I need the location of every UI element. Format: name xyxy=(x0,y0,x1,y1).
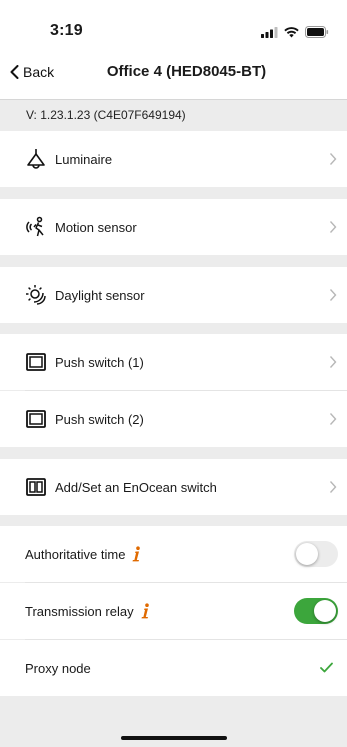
menu-item-daylight-sensor[interactable]: Daylight sensor xyxy=(0,267,347,323)
chevron-right-icon xyxy=(329,413,337,425)
enocean-switch-icon xyxy=(25,476,47,498)
setting-label: Authoritative time xyxy=(25,546,126,562)
menu-item-label: Add/Set an EnOcean switch xyxy=(55,479,217,495)
navigation-bar: Back Office 4 (HED8045-BT) xyxy=(0,47,347,100)
toggle-knob xyxy=(314,600,336,622)
menu-item-push-switch-2[interactable]: Push switch (2) xyxy=(0,391,347,447)
authoritative-time-toggle[interactable] xyxy=(294,541,338,567)
battery-icon xyxy=(305,26,329,38)
wifi-icon xyxy=(284,26,299,37)
chevron-right-icon xyxy=(329,153,337,165)
setting-authoritative-time: Authoritative time xyxy=(0,526,347,582)
bottom-safe-area xyxy=(0,708,347,747)
push-switch-icon xyxy=(25,351,47,373)
toggle-knob xyxy=(296,543,318,565)
chevron-right-icon xyxy=(329,289,337,301)
setting-label: Proxy node xyxy=(25,660,91,676)
menu-item-label: Push switch (2) xyxy=(55,411,144,427)
menu-item-motion-sensor[interactable]: Motion sensor xyxy=(0,199,347,255)
chevron-right-icon xyxy=(329,221,337,233)
menu-item-push-switch-1[interactable]: Push switch (1) xyxy=(0,334,347,390)
status-bar: 3:19 xyxy=(0,0,347,47)
menu-item-label: Push switch (1) xyxy=(55,354,144,370)
page-title: Office 4 (HED8045-BT) xyxy=(106,63,267,80)
status-icons xyxy=(261,26,329,38)
chevron-right-icon xyxy=(329,356,337,368)
motion-sensor-icon xyxy=(25,216,47,238)
menu-item-add-enocean-switch[interactable]: Add/Set an EnOcean switch xyxy=(0,459,347,515)
signal-icon xyxy=(261,26,278,38)
ceiling-lamp-icon xyxy=(25,148,47,170)
firmware-version: V: 1.23.1.23 (C4E07F649194) xyxy=(0,100,347,130)
chevron-right-icon xyxy=(329,481,337,493)
info-icon[interactable] xyxy=(140,603,150,619)
status-time: 3:19 xyxy=(50,22,83,39)
menu-item-luminaire[interactable]: Luminaire xyxy=(0,131,347,187)
checkmark-icon xyxy=(320,662,333,673)
info-icon[interactable] xyxy=(131,546,141,562)
transmission-relay-toggle[interactable] xyxy=(294,598,338,624)
setting-transmission-relay: Transmission relay xyxy=(0,583,347,639)
menu-item-label: Luminaire xyxy=(55,151,113,167)
home-indicator xyxy=(121,736,227,740)
setting-label: Transmission relay xyxy=(25,603,134,619)
menu-item-label: Daylight sensor xyxy=(55,287,145,303)
setting-proxy-node: Proxy node xyxy=(0,640,347,696)
push-switch-icon xyxy=(25,408,47,430)
menu-item-label: Motion sensor xyxy=(55,219,137,235)
daylight-sensor-icon xyxy=(25,284,47,306)
